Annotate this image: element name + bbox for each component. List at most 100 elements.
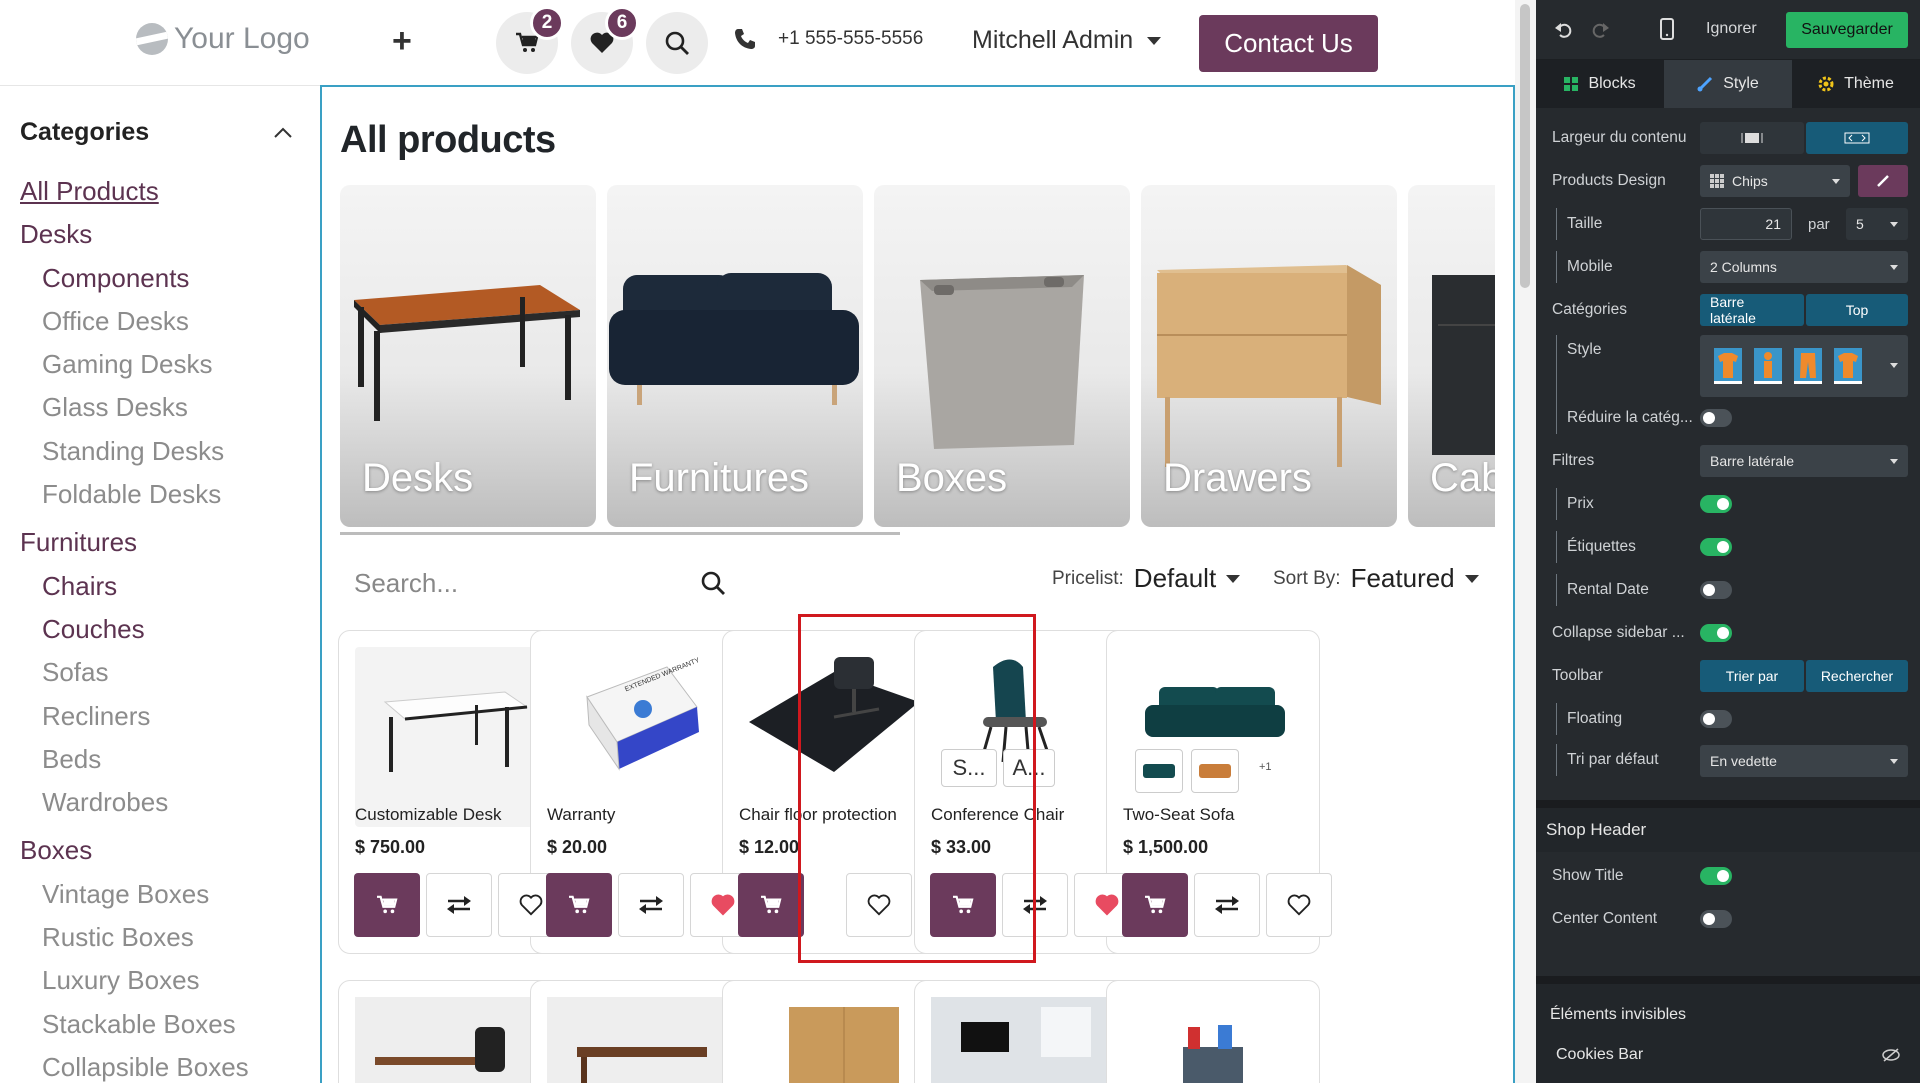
page-scrollbar[interactable]: [1515, 0, 1536, 1083]
carousel-card-cabinets[interactable]: Cab: [1408, 185, 1495, 527]
variant-swatch[interactable]: [1135, 749, 1183, 793]
carousel-card-furnitures[interactable]: Furnitures: [607, 185, 863, 527]
category-item[interactable]: Sofas: [20, 651, 310, 694]
user-menu[interactable]: Mitchell Admin: [972, 26, 1162, 55]
carousel-scrollbar[interactable]: [340, 532, 900, 535]
carousel-card-drawers[interactable]: Drawers: [1141, 185, 1397, 527]
categories-sidebar-button[interactable]: Barre latérale: [1700, 294, 1804, 326]
product-card[interactable]: [1106, 980, 1320, 1083]
add-to-cart-button[interactable]: [354, 873, 420, 937]
style-select[interactable]: [1700, 335, 1908, 397]
category-item[interactable]: Desks: [20, 213, 310, 256]
tags-filter-toggle[interactable]: [1700, 538, 1732, 556]
category-item[interactable]: All Products: [20, 170, 310, 213]
cookies-bar-item[interactable]: Cookies Bar: [1556, 1046, 1643, 1064]
toolbar-search-button[interactable]: Rechercher: [1806, 660, 1908, 692]
category-item[interactable]: Standing Desks: [20, 430, 310, 473]
compare-button[interactable]: [618, 873, 684, 937]
mobile-preview-icon[interactable]: [1660, 18, 1674, 40]
tab-theme[interactable]: Thème: [1792, 60, 1920, 108]
search-icon[interactable]: [700, 570, 726, 596]
category-item[interactable]: Couches: [20, 608, 310, 651]
product-name[interactable]: Warranty: [547, 805, 615, 825]
discard-button[interactable]: Ignorer: [1706, 20, 1757, 38]
filters-select[interactable]: Barre latérale: [1700, 445, 1908, 477]
reduce-categories-toggle[interactable]: [1700, 409, 1732, 427]
default-sort-select[interactable]: En vedette: [1700, 745, 1908, 777]
mobile-select[interactable]: 2 Columns: [1700, 251, 1908, 283]
save-button[interactable]: Sauvegarder: [1786, 12, 1908, 48]
product-card[interactable]: [338, 980, 552, 1083]
carousel-card-desks[interactable]: Desks: [340, 185, 596, 527]
eye-slash-icon[interactable]: [1882, 1048, 1900, 1062]
add-to-cart-button[interactable]: [1122, 873, 1188, 937]
search-button[interactable]: [646, 12, 708, 74]
undo-icon[interactable]: [1554, 20, 1574, 40]
cart-button[interactable]: 2: [496, 6, 564, 74]
carousel-card-boxes[interactable]: Boxes: [874, 185, 1130, 527]
category-item[interactable]: Recliners: [20, 695, 310, 738]
wishlist-button[interactable]: 6: [571, 6, 639, 74]
compare-button[interactable]: [1194, 873, 1260, 937]
categories-header[interactable]: Categories: [20, 118, 292, 147]
variant-swatch[interactable]: [1191, 749, 1239, 793]
product-image[interactable]: EXTENDED WARRANTY: [547, 647, 727, 827]
category-item[interactable]: Vintage Boxes: [20, 873, 310, 916]
add-to-cart-button[interactable]: [738, 873, 804, 937]
category-item[interactable]: Gaming Desks: [20, 343, 310, 386]
product-name[interactable]: Two-Seat Sofa: [1123, 805, 1235, 825]
site-logo[interactable]: Your Logo: [136, 22, 310, 56]
center-content-toggle[interactable]: [1700, 910, 1732, 928]
wishlist-toggle-button[interactable]: [1266, 873, 1332, 937]
product-image[interactable]: [739, 997, 919, 1083]
per-row-select[interactable]: 5: [1846, 208, 1908, 240]
chevron-up-icon[interactable]: [274, 127, 292, 139]
category-item[interactable]: Furnitures: [20, 521, 310, 564]
size-input[interactable]: 21: [1700, 208, 1792, 240]
design-select[interactable]: Chips: [1700, 165, 1850, 197]
pricelist-dropdown[interactable]: Pricelist: Default: [1052, 563, 1241, 594]
category-item[interactable]: Wardrobes: [20, 781, 310, 824]
category-item[interactable]: Chairs: [20, 565, 310, 608]
product-name[interactable]: Customizable Desk: [355, 805, 501, 825]
product-image[interactable]: [1123, 647, 1303, 827]
product-image[interactable]: [355, 997, 535, 1083]
category-item[interactable]: Boxes: [20, 829, 310, 872]
contact-us-button[interactable]: Contact Us: [1199, 15, 1378, 72]
category-item[interactable]: Rustic Boxes: [20, 916, 310, 959]
category-item[interactable]: Office Desks: [20, 300, 310, 343]
floating-toggle[interactable]: [1700, 710, 1732, 728]
category-item[interactable]: Glass Desks: [20, 386, 310, 429]
tab-style[interactable]: Style: [1664, 60, 1792, 108]
category-item[interactable]: Components: [20, 257, 310, 300]
show-title-toggle[interactable]: [1700, 867, 1732, 885]
phone-link[interactable]: +1 555-555-5556: [734, 28, 923, 50]
rental-date-toggle[interactable]: [1700, 581, 1732, 599]
width-normal-button[interactable]: [1700, 122, 1804, 154]
tab-blocks[interactable]: Blocks: [1536, 60, 1664, 108]
category-item[interactable]: Collapsible Boxes: [20, 1046, 310, 1083]
redo-icon[interactable]: [1590, 20, 1610, 40]
product-card[interactable]: [722, 980, 936, 1083]
product-image[interactable]: [931, 997, 1111, 1083]
sort-dropdown[interactable]: Sort By: Featured: [1273, 563, 1479, 594]
shop-header-section[interactable]: Shop Header: [1536, 800, 1920, 852]
category-item[interactable]: Stackable Boxes: [20, 1003, 310, 1046]
category-item[interactable]: Beds: [20, 738, 310, 781]
categories-top-button[interactable]: Top: [1806, 294, 1908, 326]
compare-button[interactable]: [426, 873, 492, 937]
add-to-cart-button[interactable]: [546, 873, 612, 937]
toolbar-sort-button[interactable]: Trier par: [1700, 660, 1804, 692]
scrollbar-thumb[interactable]: [1520, 4, 1530, 288]
price-filter-toggle[interactable]: [1700, 495, 1732, 513]
product-image[interactable]: [547, 997, 727, 1083]
design-edit-button[interactable]: [1858, 165, 1908, 197]
product-card[interactable]: [530, 980, 744, 1083]
category-item[interactable]: Luxury Boxes: [20, 959, 310, 1002]
product-image[interactable]: [1123, 997, 1303, 1083]
product-search[interactable]: Search...: [340, 555, 740, 611]
category-item[interactable]: Foldable Desks: [20, 473, 310, 516]
product-image[interactable]: [355, 647, 535, 827]
collapse-sidebar-toggle[interactable]: [1700, 624, 1732, 642]
add-icon[interactable]: +: [392, 22, 412, 61]
